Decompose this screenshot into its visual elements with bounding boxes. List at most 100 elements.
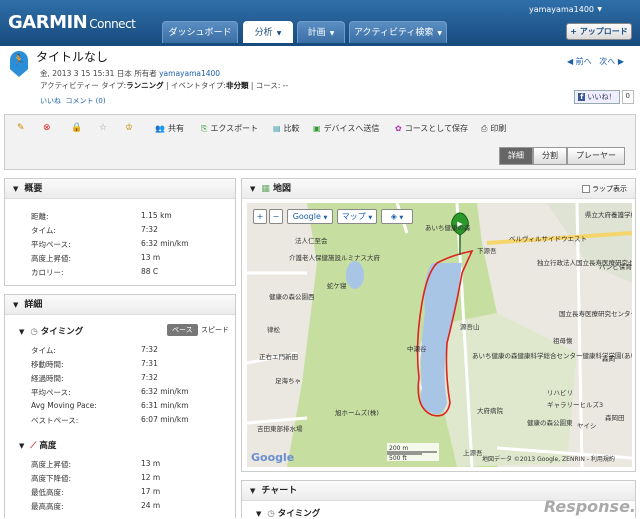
zoom-in-button[interactable]: + bbox=[253, 209, 267, 224]
stat-value: 88 C bbox=[141, 267, 159, 276]
map-label: 健康の森公園東 bbox=[527, 418, 573, 427]
stat-label: 平均ペース: bbox=[31, 388, 71, 397]
facebook-like-button[interactable]: f いいね！ bbox=[574, 90, 620, 104]
export-icon: ⎘ bbox=[201, 124, 208, 133]
print-icon: ⎙ bbox=[481, 124, 488, 133]
collapse-triangle-icon: ▼ bbox=[250, 487, 256, 495]
overview-header[interactable]: ▼ 概要 bbox=[5, 179, 235, 199]
map-header[interactable]: ▼ ▦ 地図 ラップ表示 bbox=[242, 179, 635, 199]
route-map[interactable]: ▶ あいち健康の森 法人仁至会 介護老人保健施設ルミナス大府 健康の森公園西 蛇… bbox=[247, 203, 632, 467]
collapse-triangle-icon: ▼ bbox=[256, 510, 262, 518]
timing-section-header[interactable]: ▼ ◷ タイミング bbox=[19, 325, 83, 337]
activity-toolbar: ✎ ⊗ 🔒 ☆ ♔ 👥 共有 ⎘ エクスポート ▤ 比較 ▣ デバイスへ送信 ✿ コースと… bbox=[4, 114, 636, 170]
zoom-out-button[interactable]: − bbox=[269, 209, 283, 224]
owner-link[interactable]: yamayama1400 bbox=[159, 69, 220, 78]
send-to-device-button[interactable]: ▣ デバイスへ送信 bbox=[313, 123, 379, 134]
map-label: 森岡 bbox=[602, 354, 615, 363]
map-label: 健康の森公園西 bbox=[269, 292, 315, 301]
lock-icon[interactable]: 🔒 bbox=[71, 123, 82, 133]
tab-player[interactable]: プレーヤー bbox=[567, 147, 625, 165]
garmin-connect-logo[interactable]: GARMIN Connect bbox=[8, 12, 136, 33]
stat-value: 12 m bbox=[141, 473, 161, 482]
lap-checkbox[interactable] bbox=[581, 185, 590, 193]
map-label: 法人仁至会 bbox=[295, 236, 328, 245]
stat-label: 移動時間: bbox=[31, 360, 64, 369]
map-label: 蛇ケ寝 bbox=[327, 281, 347, 290]
stat-value: 24 m bbox=[141, 501, 161, 510]
map-label: 下源吾 bbox=[477, 246, 497, 255]
delete-icon[interactable]: ⊗ bbox=[43, 123, 51, 133]
map-label: 旭ホームズ(株) bbox=[335, 408, 379, 417]
stat-label: 最高高度: bbox=[31, 502, 64, 511]
collapse-triangle-icon: ▼ bbox=[13, 301, 19, 309]
compare-button[interactable]: ▤ 比較 bbox=[273, 123, 300, 134]
scale-meters: 200 m bbox=[389, 445, 408, 452]
google-search-dropdown[interactable]: Google ▼ bbox=[287, 209, 333, 224]
collapse-triangle-icon: ▼ bbox=[19, 328, 25, 336]
lap-display-toggle[interactable]: ラップ表示 bbox=[581, 179, 627, 199]
badge-icon[interactable]: ♔ bbox=[125, 123, 133, 133]
elevation-section-header[interactable]: ▼ ⟋ 高度 bbox=[19, 439, 56, 451]
event-type[interactable]: 非分類 bbox=[226, 81, 249, 90]
device-icon: ▣ bbox=[313, 124, 321, 133]
prev-next-nav: ◀ 前へ 次へ ▶ bbox=[567, 56, 624, 67]
tab-activity-search[interactable]: アクティビティ検索 ▼ bbox=[349, 21, 447, 43]
map-label: ギャラリーヒルズ3 bbox=[547, 400, 603, 409]
comment-link[interactable]: コメント (0) bbox=[65, 97, 105, 105]
stat-label: カロリー: bbox=[31, 268, 64, 277]
upload-button[interactable]: + アップロード bbox=[566, 23, 632, 40]
overview-panel: ▼ 概要 距離: 1.15 km タイム: 7:32 平均ペース: 6:32 min/k… bbox=[4, 178, 236, 286]
map-label: 中瀬谷 bbox=[407, 344, 427, 353]
stat-label: 距離: bbox=[31, 212, 49, 221]
activity-title[interactable]: タイトルなし bbox=[36, 48, 108, 65]
stat-label: 高度上昇値: bbox=[31, 254, 72, 263]
username-menu[interactable]: yamayama1400 bbox=[529, 5, 594, 14]
stat-label: 最低高度: bbox=[31, 488, 64, 497]
map-label: 源吾山 bbox=[460, 322, 480, 331]
stat-value: 6:32 min/km bbox=[141, 387, 189, 396]
map-label: あいち健康の森 bbox=[425, 223, 471, 232]
tab-analysis[interactable]: 分析 ▼ bbox=[243, 21, 293, 43]
elevation-icon: ⟋ bbox=[30, 441, 37, 451]
chevron-down-icon[interactable]: ▼ bbox=[597, 6, 602, 13]
next-link[interactable]: 次へ ▶ bbox=[599, 57, 624, 66]
stat-value: 7:31 bbox=[141, 359, 158, 368]
layers-dropdown[interactable]: ◈ ▼ bbox=[381, 209, 413, 224]
prev-link[interactable]: ◀ 前へ bbox=[567, 57, 592, 66]
map-label: 国立長寿医療研究センター bbox=[559, 309, 632, 318]
chart-timing-header[interactable]: ▼ ◷ タイミング bbox=[256, 507, 320, 519]
edit-icon[interactable]: ✎ bbox=[17, 123, 25, 133]
print-button[interactable]: ⎙ 印刷 bbox=[481, 123, 506, 134]
google-logo: Google bbox=[251, 451, 294, 464]
tab-plan[interactable]: 計画 ▼ bbox=[297, 21, 345, 43]
like-link[interactable]: いいね bbox=[40, 97, 61, 105]
map-label: リハビリ bbox=[547, 388, 573, 397]
stat-label: ベストペース: bbox=[31, 416, 79, 425]
pace-toggle[interactable]: ペース bbox=[167, 324, 198, 336]
tab-splits[interactable]: 分割 bbox=[533, 147, 567, 165]
star-icon[interactable]: ☆ bbox=[99, 123, 107, 133]
chevron-down-icon: ▼ bbox=[329, 30, 335, 37]
map-label: 県立大府養護学校 bbox=[585, 210, 632, 219]
map-canvas[interactable]: ▶ あいち健康の森 法人仁至会 介護老人保健施設ルミナス大府 健康の森公園西 蛇… bbox=[247, 203, 632, 467]
map-label: 上源吾 bbox=[463, 448, 483, 457]
tab-dashboard[interactable]: ダッシュボード bbox=[162, 21, 238, 43]
details-header[interactable]: ▼ 詳細 bbox=[5, 295, 235, 315]
map-label: 介護老人保健施設ルミナス大府 bbox=[289, 253, 381, 262]
stat-value: 13 m bbox=[141, 253, 161, 262]
stat-label: Avg Moving Pace: bbox=[31, 401, 97, 410]
stat-value: 6:32 min/km bbox=[141, 239, 189, 248]
layers-icon: ◈ bbox=[390, 212, 397, 221]
map-label: 正右エ門新田 bbox=[259, 352, 298, 361]
map-copyright: 地図データ ©2013 Google, ZENRIN - 利用規約 bbox=[482, 455, 615, 463]
share-button[interactable]: 👥 共有 bbox=[155, 123, 184, 134]
map-label: 足海ちゃ bbox=[275, 376, 301, 385]
chevron-down-icon: ▼ bbox=[399, 215, 404, 221]
tab-details[interactable]: 詳細 bbox=[499, 147, 533, 165]
export-button[interactable]: ⎘ エクスポート bbox=[201, 123, 258, 134]
speed-toggle[interactable]: スピード bbox=[201, 325, 229, 335]
save-as-course-button[interactable]: ✿ コースとして保存 bbox=[395, 123, 468, 134]
activity-type[interactable]: ランニング bbox=[126, 81, 164, 90]
map-type-dropdown[interactable]: マップ ▼ bbox=[337, 209, 377, 224]
stat-value: 13 m bbox=[141, 459, 161, 468]
